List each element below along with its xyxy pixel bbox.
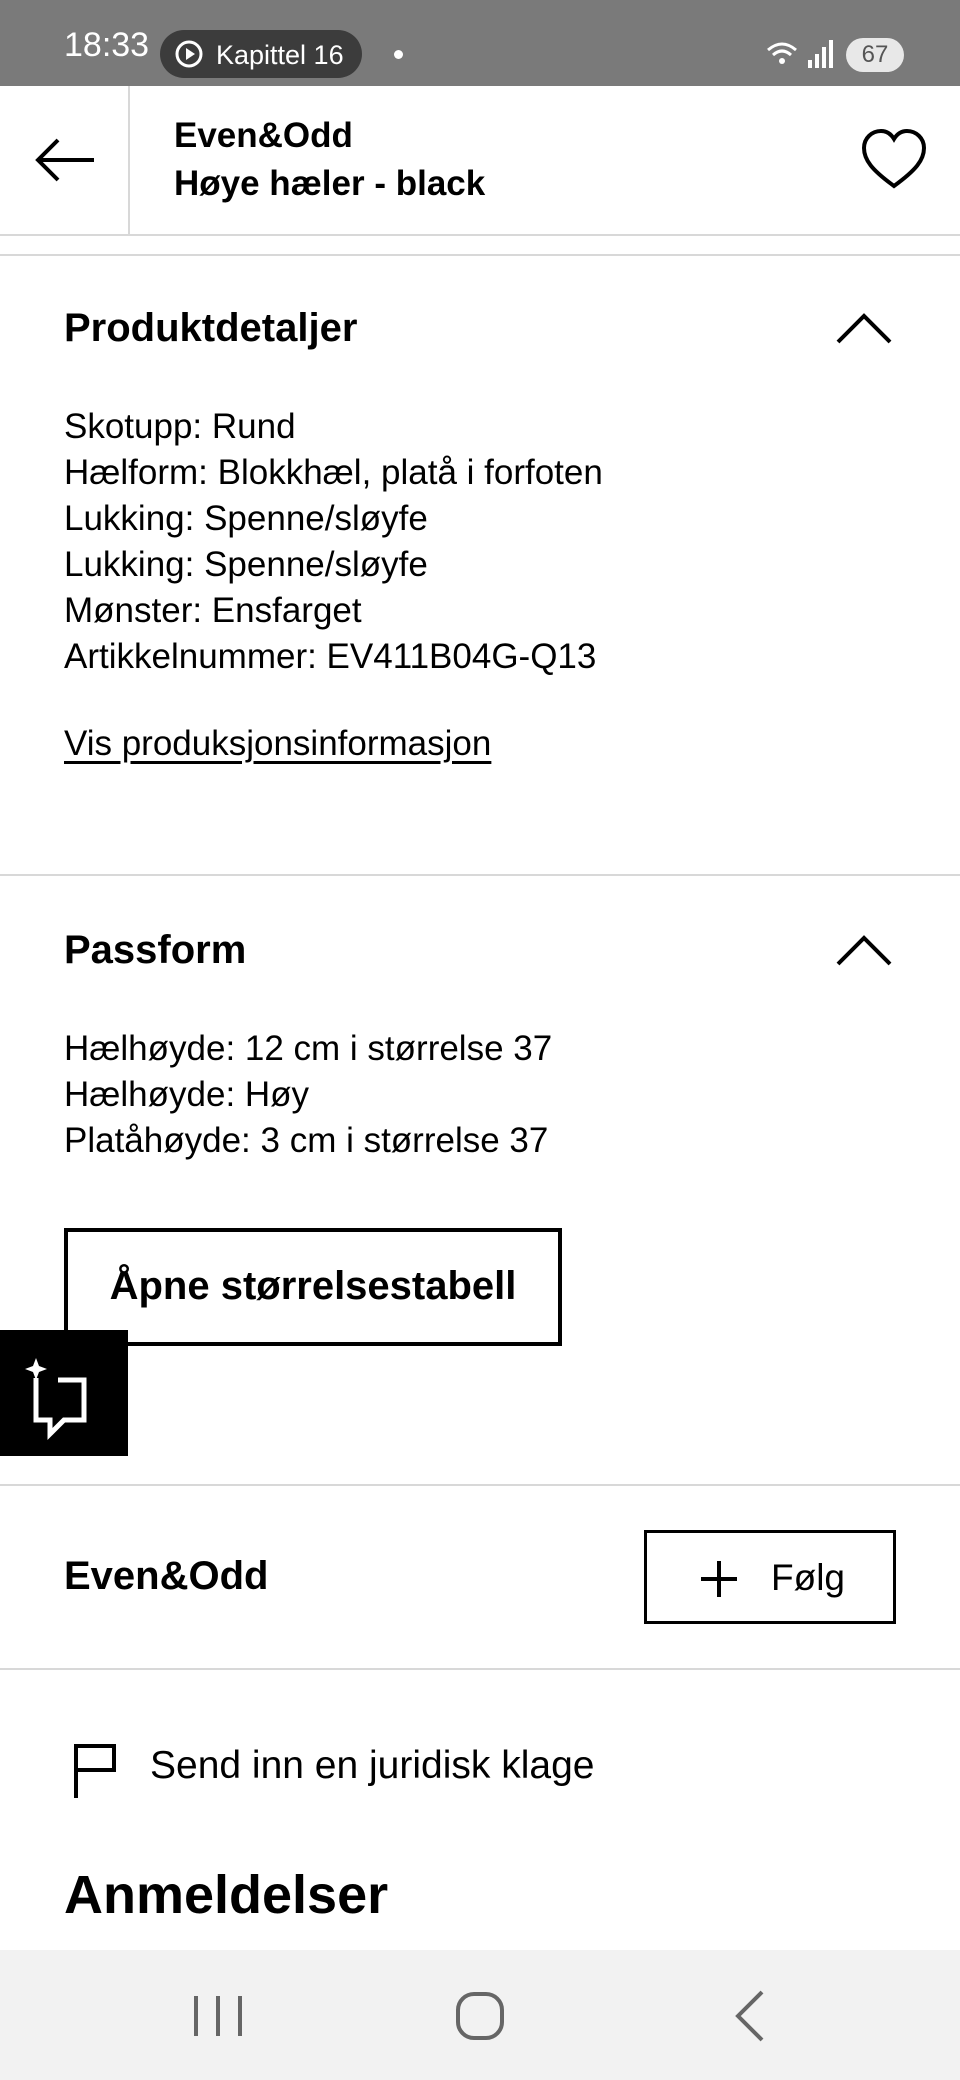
back-arrow-icon xyxy=(35,138,94,182)
system-nav-bar xyxy=(0,1950,960,2080)
detail-line: Hælform: Blokkhæl, platå i forfoten xyxy=(64,453,603,492)
media-chip-label: Kapittel 16 xyxy=(216,40,344,70)
legal-complaint-link[interactable]: Send inn en juridisk klage xyxy=(70,1736,890,1802)
recent-apps-icon[interactable] xyxy=(190,1990,246,2042)
status-bar: 18:33 Kapittel 16 67 xyxy=(0,0,960,86)
chevron-up-icon[interactable] xyxy=(836,934,892,966)
section-divider xyxy=(0,874,960,876)
header-product-title: Høye hæler - black xyxy=(174,164,486,203)
detail-line: Skotupp: Rund xyxy=(64,407,296,446)
home-icon[interactable] xyxy=(450,1988,510,2044)
section-title-fit: Passform xyxy=(64,928,247,972)
battery-indicator: 67 xyxy=(846,38,904,72)
fit-details-list: Hælhøyde: 12 cm i størrelse 37 Hælhøyde:… xyxy=(64,1026,552,1164)
back-button[interactable] xyxy=(0,86,130,234)
play-icon xyxy=(175,40,203,68)
feedback-button[interactable] xyxy=(0,1330,128,1456)
detail-line: Artikkelnummer: EV411B04G-Q13 xyxy=(64,637,597,676)
header-brand: Even&Odd xyxy=(174,116,353,155)
product-details-list: Skotupp: Rund Hælform: Blokkhæl, platå i… xyxy=(64,404,603,680)
reviews-title: Anmeldelser xyxy=(64,1865,389,1925)
notification-dot xyxy=(394,50,403,59)
section-title-product-details: Produktdetaljer xyxy=(64,306,358,350)
brand-name: Even&Odd xyxy=(64,1554,269,1598)
flag-icon xyxy=(74,1744,116,1798)
nav-back-icon[interactable] xyxy=(720,1988,780,2044)
detail-line: Mønster: Ensfarget xyxy=(64,591,362,630)
plus-icon xyxy=(701,1561,737,1597)
detail-line: Lukking: Spenne/sløyfe xyxy=(64,499,428,538)
media-chip[interactable]: Kapittel 16 xyxy=(160,30,362,78)
fit-line: Platåhøyde: 3 cm i størrelse 37 xyxy=(64,1121,549,1160)
detail-line: Lukking: Spenne/sløyfe xyxy=(64,545,428,584)
fit-line: Hælhøyde: 12 cm i størrelse 37 xyxy=(64,1029,553,1068)
section-divider xyxy=(0,1668,960,1670)
fit-line: Hælhøyde: Høy xyxy=(64,1075,310,1114)
feedback-icon xyxy=(25,1358,87,1441)
follow-button[interactable]: Følg xyxy=(644,1530,896,1624)
section-divider xyxy=(0,1484,960,1486)
signal-icon xyxy=(767,40,833,68)
production-info-link[interactable]: Vis produksjonsinformasjon xyxy=(64,724,491,764)
heart-icon[interactable] xyxy=(860,126,928,194)
legal-complaint-label: Send inn en juridisk klage xyxy=(150,1744,595,1787)
app-header: Even&Odd Høye hæler - black xyxy=(0,86,960,236)
chevron-up-icon[interactable] xyxy=(836,312,892,344)
status-time: 18:33 xyxy=(64,26,150,64)
size-table-button[interactable]: Åpne størrelsestabell xyxy=(64,1228,562,1346)
header-separator xyxy=(0,234,960,256)
follow-label: Følg xyxy=(771,1557,845,1598)
